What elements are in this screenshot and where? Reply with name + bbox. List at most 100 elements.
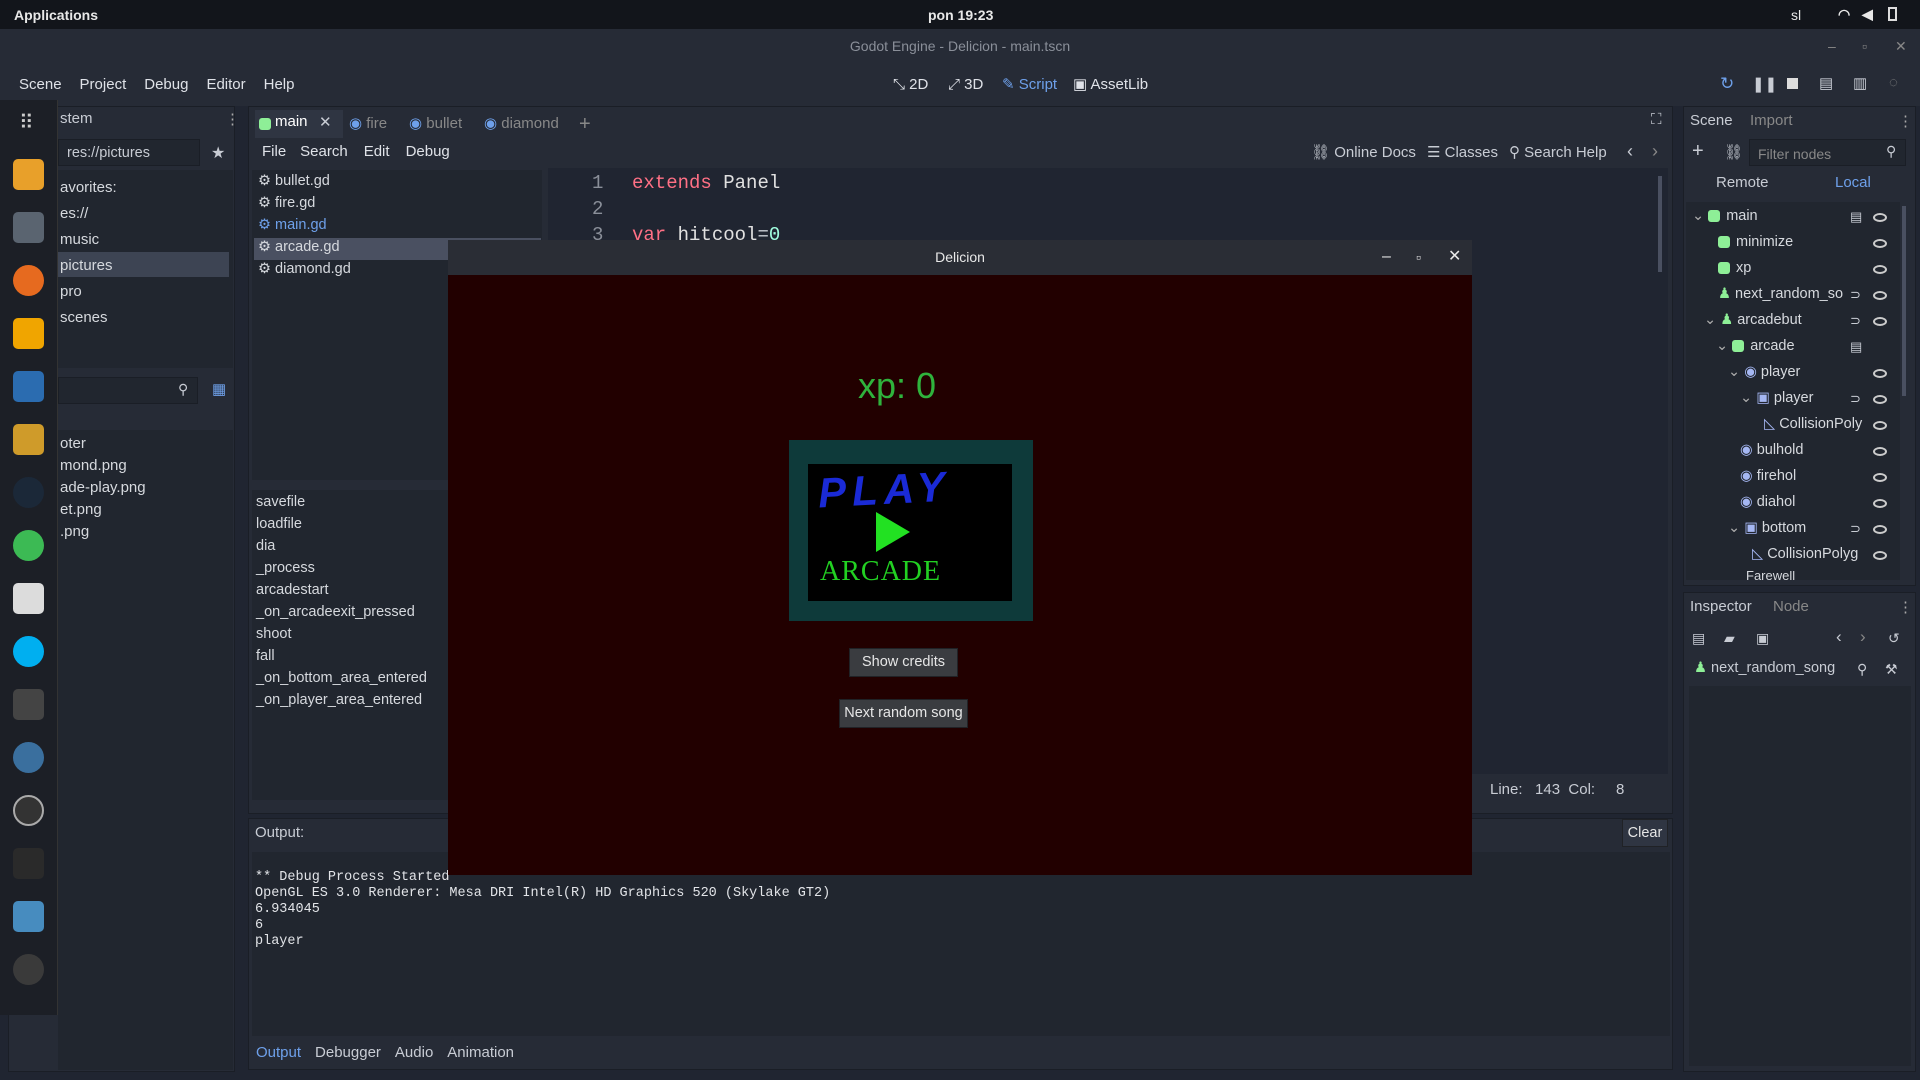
- workspace-script-button[interactable]: ✎ Script: [1002, 64, 1057, 106]
- tab-animation[interactable]: Animation: [447, 1044, 514, 1061]
- steam-icon[interactable]: [13, 477, 44, 508]
- play-current-icon[interactable]: ▤: [1819, 74, 1833, 92]
- audio-app-icon[interactable]: [13, 424, 44, 455]
- stop-icon[interactable]: [1787, 78, 1798, 89]
- folder-scenes[interactable]: scenes: [60, 309, 108, 326]
- wifi-icon[interactable]: ◠: [1838, 6, 1850, 23]
- pause-icon[interactable]: ❚❚: [1752, 75, 1777, 93]
- screenshot-icon[interactable]: [13, 689, 44, 720]
- tool-icon[interactable]: ⚒: [1885, 661, 1898, 678]
- firefox-icon[interactable]: [13, 265, 44, 296]
- minimize-icon[interactable]: –: [1828, 29, 1836, 64]
- skype-icon[interactable]: [13, 636, 44, 667]
- visibility-icon[interactable]: [1873, 291, 1887, 300]
- file-search-input[interactable]: [58, 377, 198, 404]
- code-scrollbar[interactable]: [1658, 176, 1662, 272]
- tree-node[interactable]: ◉ firehol: [1740, 468, 1796, 484]
- script-item[interactable]: ⚙ main.gd: [258, 217, 327, 233]
- file-item[interactable]: mond.png: [60, 457, 127, 474]
- tree-node[interactable]: ⌄ ▣ bottom: [1728, 520, 1806, 536]
- tab-fire[interactable]: ◉ fire: [349, 111, 387, 137]
- script-item[interactable]: ⚙ bullet.gd: [258, 173, 330, 189]
- tab-main[interactable]: main ✕: [255, 110, 343, 138]
- history-forward-icon[interactable]: ›: [1652, 141, 1658, 162]
- show-credits-button[interactable]: Show credits: [849, 648, 958, 677]
- script-menu-edit[interactable]: Edit: [356, 141, 398, 163]
- folder-pro[interactable]: pro: [60, 283, 82, 300]
- filter-nodes-input[interactable]: Filter nodes: [1749, 139, 1906, 166]
- file-item[interactable]: ade-play.png: [60, 479, 146, 496]
- clock[interactable]: pon 19:23: [928, 7, 993, 23]
- search-icon[interactable]: ⚲: [178, 381, 188, 398]
- grid-view-icon[interactable]: ▦: [212, 380, 226, 398]
- visibility-icon[interactable]: [1873, 499, 1887, 508]
- terminal-icon[interactable]: [13, 848, 44, 879]
- script-icon[interactable]: ▤: [1850, 339, 1862, 355]
- tab-diamond[interactable]: ◉ diamond: [484, 111, 559, 137]
- open-folder-icon[interactable]: ▰: [1724, 630, 1735, 647]
- game-running-icon[interactable]: [13, 954, 44, 985]
- visibility-icon[interactable]: [1873, 421, 1887, 430]
- signal-icon[interactable]: ⊃: [1850, 287, 1861, 303]
- maximize-icon[interactable]: ▫: [1862, 29, 1867, 64]
- file-item[interactable]: oter: [60, 435, 86, 452]
- menu-debug[interactable]: Debug: [135, 64, 197, 106]
- menu-editor[interactable]: Editor: [197, 64, 254, 106]
- add-tab-icon[interactable]: +: [579, 111, 591, 137]
- tree-node[interactable]: ⌄ ◉ player: [1728, 364, 1800, 380]
- close-tab-icon[interactable]: ✕: [319, 113, 332, 131]
- menu-help[interactable]: Help: [255, 64, 304, 106]
- file-item[interactable]: .png: [60, 523, 89, 540]
- download-icon[interactable]: [13, 159, 44, 190]
- tab-audio[interactable]: Audio: [395, 1044, 433, 1061]
- minimize-icon[interactable]: –: [1382, 240, 1391, 274]
- tree-node[interactable]: ◉ bulhold: [1740, 442, 1803, 458]
- workspace-2d-button[interactable]: ⤡ 2D: [893, 64, 928, 106]
- favorite-star-icon[interactable]: ★: [211, 143, 225, 163]
- signal-icon[interactable]: ⊃: [1850, 391, 1861, 407]
- history-forward-icon[interactable]: ›: [1860, 627, 1866, 647]
- play-scene-icon[interactable]: ↻: [1720, 74, 1734, 94]
- next-random-song-button[interactable]: Next random song: [839, 699, 968, 728]
- menu-project[interactable]: Project: [71, 64, 136, 106]
- maximize-icon[interactable]: ▫: [1416, 240, 1421, 274]
- local-tab[interactable]: Local: [1835, 174, 1871, 191]
- tree-scrollbar[interactable]: [1902, 206, 1906, 396]
- method-item[interactable]: dia: [256, 538, 275, 554]
- close-icon[interactable]: ✕: [1448, 240, 1461, 274]
- visibility-icon[interactable]: [1873, 369, 1887, 378]
- tree-node[interactable]: ◉ diahol: [1740, 494, 1795, 510]
- chrome-icon[interactable]: [13, 530, 44, 561]
- tab-node[interactable]: Node: [1773, 598, 1809, 615]
- visibility-icon[interactable]: [1873, 473, 1887, 482]
- search-help-button[interactable]: ⚲ Search Help: [1509, 143, 1607, 161]
- online-docs-button[interactable]: ⛓ Online Docs: [1311, 143, 1416, 161]
- keyboard-layout[interactable]: sl: [1791, 7, 1801, 23]
- method-item[interactable]: loadfile: [256, 516, 302, 532]
- classes-button[interactable]: ☰ Classes: [1427, 143, 1498, 161]
- dock-menu-icon[interactable]: ⋮: [1898, 598, 1913, 616]
- res-root-item[interactable]: es://: [60, 205, 88, 222]
- script-menu-search[interactable]: Search: [292, 141, 356, 163]
- tab-import[interactable]: Import: [1750, 112, 1793, 129]
- tree-node[interactable]: ⌄ ▣ player: [1740, 390, 1813, 406]
- visibility-icon[interactable]: [1873, 213, 1887, 222]
- method-item[interactable]: _on_bottom_area_entered: [256, 670, 427, 686]
- file-item[interactable]: et.png: [60, 501, 102, 518]
- document-viewer-icon[interactable]: [13, 583, 44, 614]
- history-back-icon[interactable]: ‹: [1836, 627, 1842, 647]
- game-viewport[interactable]: xp: 0 PLAY ARCADE Show credits Next rand…: [448, 275, 1472, 875]
- visibility-icon[interactable]: [1873, 551, 1887, 560]
- save-icon[interactable]: ▣: [1756, 630, 1769, 647]
- volume-icon[interactable]: ◀: [1862, 6, 1873, 23]
- tree-node[interactable]: ⌄ ♟ arcadebut: [1704, 312, 1802, 328]
- method-item[interactable]: fall: [256, 648, 275, 664]
- tab-output[interactable]: Output: [256, 1044, 301, 1061]
- tab-bullet[interactable]: ◉ bullet: [409, 111, 462, 137]
- dock-menu-icon[interactable]: ⋮: [225, 110, 240, 128]
- fish-app-icon[interactable]: [13, 742, 44, 773]
- tree-node[interactable]: ◺ CollisionPolyg: [1752, 546, 1858, 562]
- script-icon[interactable]: ▤: [1850, 209, 1862, 225]
- tree-node[interactable]: ◺ CollisionPoly: [1764, 416, 1862, 432]
- search-icon[interactable]: ⚲: [1857, 661, 1867, 678]
